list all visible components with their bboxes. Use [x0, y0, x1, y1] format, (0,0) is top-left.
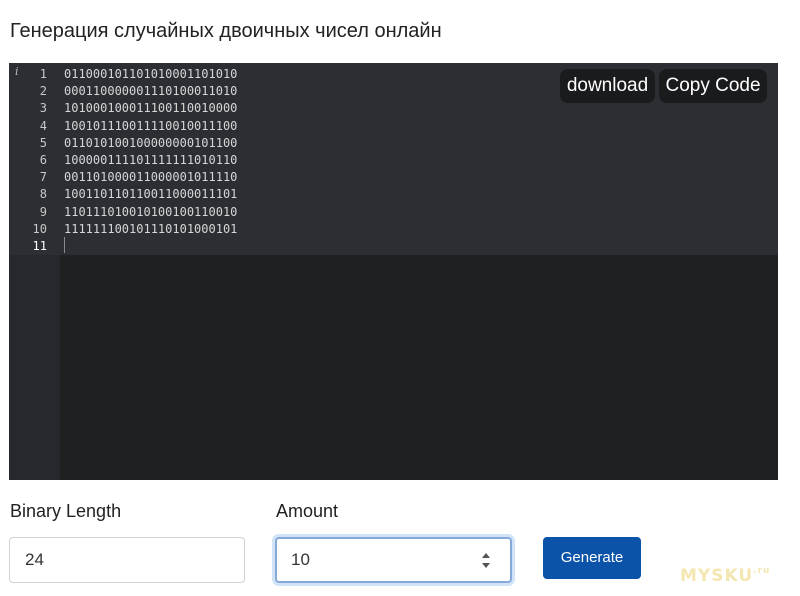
line-number: 2 [39, 84, 47, 99]
line-code: 001101000011000001011110 [64, 170, 238, 185]
line-number: 3 [39, 101, 47, 116]
line-number: 9 [39, 204, 47, 219]
line-code: 100000111101111111010110 [64, 153, 238, 167]
amount-input[interactable]: 10 [275, 537, 512, 583]
editor-line[interactable]: 4 100101110011110010011100 [9, 118, 778, 135]
line-number: 7 [39, 170, 47, 185]
line-code: 110111010010100100110010 [64, 204, 238, 219]
copy-code-button[interactable]: Copy Code [659, 69, 767, 103]
binary-length-value: 24 [25, 550, 44, 569]
line-number: 11 [32, 239, 47, 253]
text-cursor [64, 237, 65, 253]
line-number: 4 [39, 118, 47, 133]
stepper-down-icon[interactable] [482, 563, 490, 568]
line-code: 100110110110011000011101 [64, 187, 238, 202]
line-code: 011010100100000000101100 [64, 135, 238, 150]
editor-line[interactable]: 10 111111100101110101000101 [9, 221, 778, 238]
editor-line[interactable]: 11 [9, 238, 778, 255]
line-code: 111111100101110101000101 [64, 221, 238, 236]
generate-button[interactable]: Generate [543, 537, 641, 579]
stepper-up-icon[interactable] [482, 553, 490, 558]
line-number: 1 [39, 67, 47, 81]
binary-length-label: Binary Length [10, 501, 122, 521]
line-code: 011000101101010001101010 [64, 67, 238, 81]
editor-line[interactable]: 8 100110110110011000011101 [9, 186, 778, 203]
editor-line[interactable]: 3 101000100011100110010000 [9, 100, 778, 117]
amount-stepper[interactable] [482, 551, 492, 571]
download-button[interactable]: download [560, 69, 655, 103]
line-code: 000110000001110100011010 [64, 84, 238, 99]
page: Генерация случайных двоичных чисел онлай… [0, 0, 800, 596]
editor-line[interactable]: 6 100000111101111111010110 [9, 152, 778, 169]
amount-label: Amount [276, 501, 339, 521]
editor-line[interactable]: 7 001101000011000001011110 [9, 169, 778, 186]
page-title: Генерация случайных двоичных чисел онлай… [10, 20, 442, 42]
binary-length-input[interactable]: 24 [9, 537, 245, 583]
editor-line[interactable]: 9 110111010010100100110010 [9, 204, 778, 221]
watermark-suffix: .ru [753, 566, 771, 576]
line-code: 100101110011110010011100 [64, 118, 238, 133]
watermark-text: MYSKU [680, 566, 754, 586]
watermark-logo: MYSKU.ru [680, 566, 770, 586]
line-code: 101000100011100110010000 [64, 101, 238, 116]
line-number: 6 [39, 153, 47, 167]
line-number: 5 [39, 135, 47, 150]
line-number: 8 [39, 187, 47, 202]
code-editor[interactable]: i 1 011000101101010001101010 2 000110000001… [9, 63, 778, 480]
line-number: 10 [32, 221, 47, 236]
editor-line[interactable]: 5 011010100100000000101100 [9, 135, 778, 152]
amount-value: 10 [291, 550, 310, 569]
